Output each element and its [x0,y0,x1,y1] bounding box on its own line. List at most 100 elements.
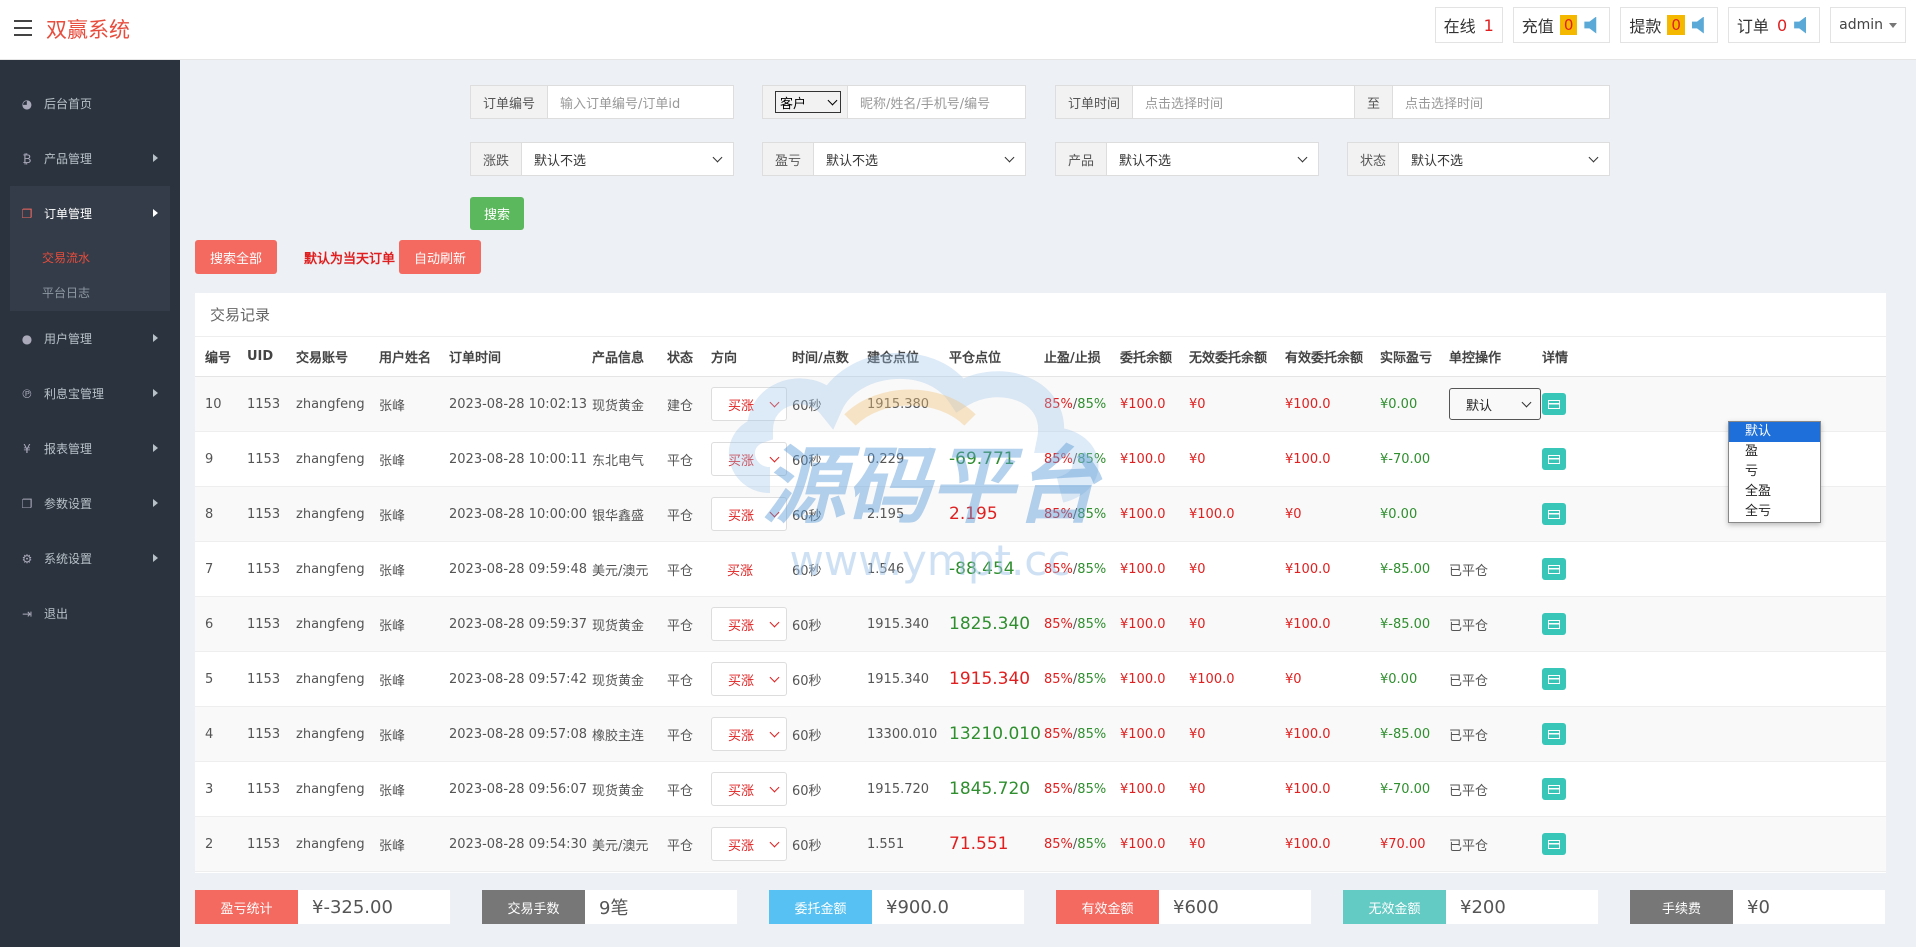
cell-detail [1542,487,1566,541]
sidebar-item-label: 订单管理 [44,207,93,221]
sidebar-item-orders[interactable]: ❐ 订单管理 [10,186,170,241]
order-no-filter: 订单编号 输入订单编号/订单id [470,85,734,119]
detail-button[interactable] [1542,448,1566,470]
detail-button[interactable] [1542,558,1566,580]
direction-value: 买涨 [728,783,755,799]
chevron-right-icon [153,444,158,452]
table-row: 3 1153 zhangfeng 张峰 2023-08-28 09:56:07 现货黄金 平… [195,762,1886,817]
rise-select[interactable]: 默认不选 [522,143,733,175]
sidebar-item-system[interactable]: ⚙ 系统设置 [0,531,180,586]
direction-select[interactable]: 买涨 [711,827,787,861]
copy-icon: ❐ [21,206,33,221]
dropdown-option[interactable]: 全亏 [1729,502,1820,522]
sidebar-item-users[interactable]: ● 用户管理 [0,311,180,366]
sidebar-item-logout[interactable]: ⇥ 退出 [0,586,180,641]
detail-button[interactable] [1542,833,1566,855]
cell-close-price: -88.454 [949,559,1015,579]
summary-value: ¥200 [1446,890,1598,924]
speaker-icon[interactable] [1691,16,1704,34]
order-no-input[interactable]: 输入订单编号/订单id [548,86,733,118]
detail-button[interactable] [1542,613,1566,635]
detail-button[interactable] [1542,778,1566,800]
sign-out-icon: ⇥ [21,606,33,621]
sidebar-item-params[interactable]: ❐ 参数设置 [0,476,180,531]
summary-label: 盈亏统计 [195,890,298,924]
cell-invalid: ¥100.0 [1189,506,1235,522]
direction-select[interactable]: 买涨 [711,442,787,476]
dropdown-option[interactable]: 盈 [1729,442,1820,462]
dropdown-option[interactable]: 亏 [1729,462,1820,482]
column-header: 状态 [667,351,694,366]
direction-select[interactable]: 买涨 [711,497,787,531]
direction-select[interactable]: 买涨 [711,607,787,641]
cell-direction: 买涨 [711,487,787,541]
search-button[interactable]: 搜索 [470,197,524,230]
sidebar-subitem-logs[interactable]: 平台日志 [10,276,170,311]
speaker-icon[interactable] [1794,16,1807,34]
sidebar-item-dashboard[interactable]: ◕ 后台首页 [0,76,180,131]
pl-select[interactable]: 默认不选 [814,143,1025,175]
stop-loss: 85% [1077,781,1107,797]
sidebar-item-label: 系统设置 [44,552,93,566]
cell-open-price: 1915.380 [867,396,930,412]
status-select[interactable]: 默认不选 [1399,143,1609,175]
direction-select[interactable]: 买涨 [711,717,787,751]
direction-select[interactable]: 买涨 [711,772,787,806]
client-type-select[interactable]: 客户 [775,91,841,113]
online-counter[interactable]: 在线 1 [1434,7,1503,43]
cell-period: 60秒 [792,398,822,414]
cell-detail [1542,762,1566,816]
detail-button[interactable] [1542,723,1566,745]
speaker-icon[interactable] [1584,16,1597,34]
column-header: 产品信息 [592,351,645,366]
withdraw-counter[interactable]: 提款 0 [1620,7,1718,43]
client-search-input[interactable]: 昵称/姓名/手机号/编号 [848,86,1025,118]
detail-button[interactable] [1542,503,1566,525]
auto-refresh-button[interactable]: 自动刷新 [399,240,481,274]
time-end-input[interactable]: 点击选择时间 [1393,86,1609,118]
cell-period: 60秒 [792,563,822,579]
cell-time: 2023-08-28 10:00:00 [449,506,588,522]
cell-uid: 1153 [247,781,281,797]
summary-valid: 有效金额 ¥600 [1056,890,1311,924]
recharge-counter[interactable]: 充值 0 [1512,7,1611,43]
cell-name: 张峰 [379,618,406,634]
single-control-dropdown[interactable]: 默认盈亏全盈 全亏 [1728,421,1821,523]
hamburger-menu-icon[interactable] [14,20,32,36]
cell-close-price: 1915.340 [949,669,1031,689]
sidebar-item-products[interactable]: ₿ 产品管理 [0,131,180,186]
cell-time: 2023-08-28 09:59:48 [449,561,588,577]
order-counter[interactable]: 订单 0 [1727,7,1821,43]
cell-status: 平仓 [667,618,694,634]
direction-select[interactable]: 买涨 [711,387,787,421]
detail-button[interactable] [1542,393,1566,415]
cell-time: 2023-08-28 09:57:42 [449,671,588,687]
user-menu[interactable]: admin [1830,7,1906,43]
column-header: 委托余额 [1120,351,1173,366]
cell-direction: 买涨 [711,817,787,871]
cell-uid: 1153 [247,396,281,412]
product-select[interactable]: 默认不选 [1107,143,1318,175]
cell-uid: 1153 [247,561,281,577]
single-control-select[interactable]: 默认 [1449,388,1541,420]
cell-open-price: 0.229 [867,451,905,467]
dropdown-option[interactable]: 默认 [1729,422,1820,442]
take-profit: 85% [1044,726,1073,742]
search-all-button[interactable]: 搜索全部 [195,240,277,274]
sidebar-subitem-trades[interactable]: 交易流水 [10,241,170,276]
cell-product: 东北电气 [592,453,645,469]
cell-valid: ¥100.0 [1285,726,1331,742]
sidebar-item-interest[interactable]: ℗ 利息宝管理 [0,366,180,421]
column-header: 详情 [1542,351,1569,366]
sidebar-item-reports[interactable]: ¥ 报表管理 [0,421,180,476]
chevron-down-icon [1297,152,1308,162]
cell-id: 5 [205,671,214,687]
time-start-input[interactable]: 点击选择时间 [1133,86,1354,118]
chevron-down-icon [1588,152,1599,162]
column-header: 订单时间 [449,351,502,366]
dropdown-option[interactable]: 全盈 [1729,482,1820,502]
table-row: 10 1153 zhangfeng 张峰 2023-08-28 10:02:13 现货黄金… [195,377,1886,432]
detail-button[interactable] [1542,668,1566,690]
direction-select[interactable]: 买涨 [711,662,787,696]
sidebar-group-orders: ❐ 订单管理 交易流水 平台日志 [10,186,170,311]
